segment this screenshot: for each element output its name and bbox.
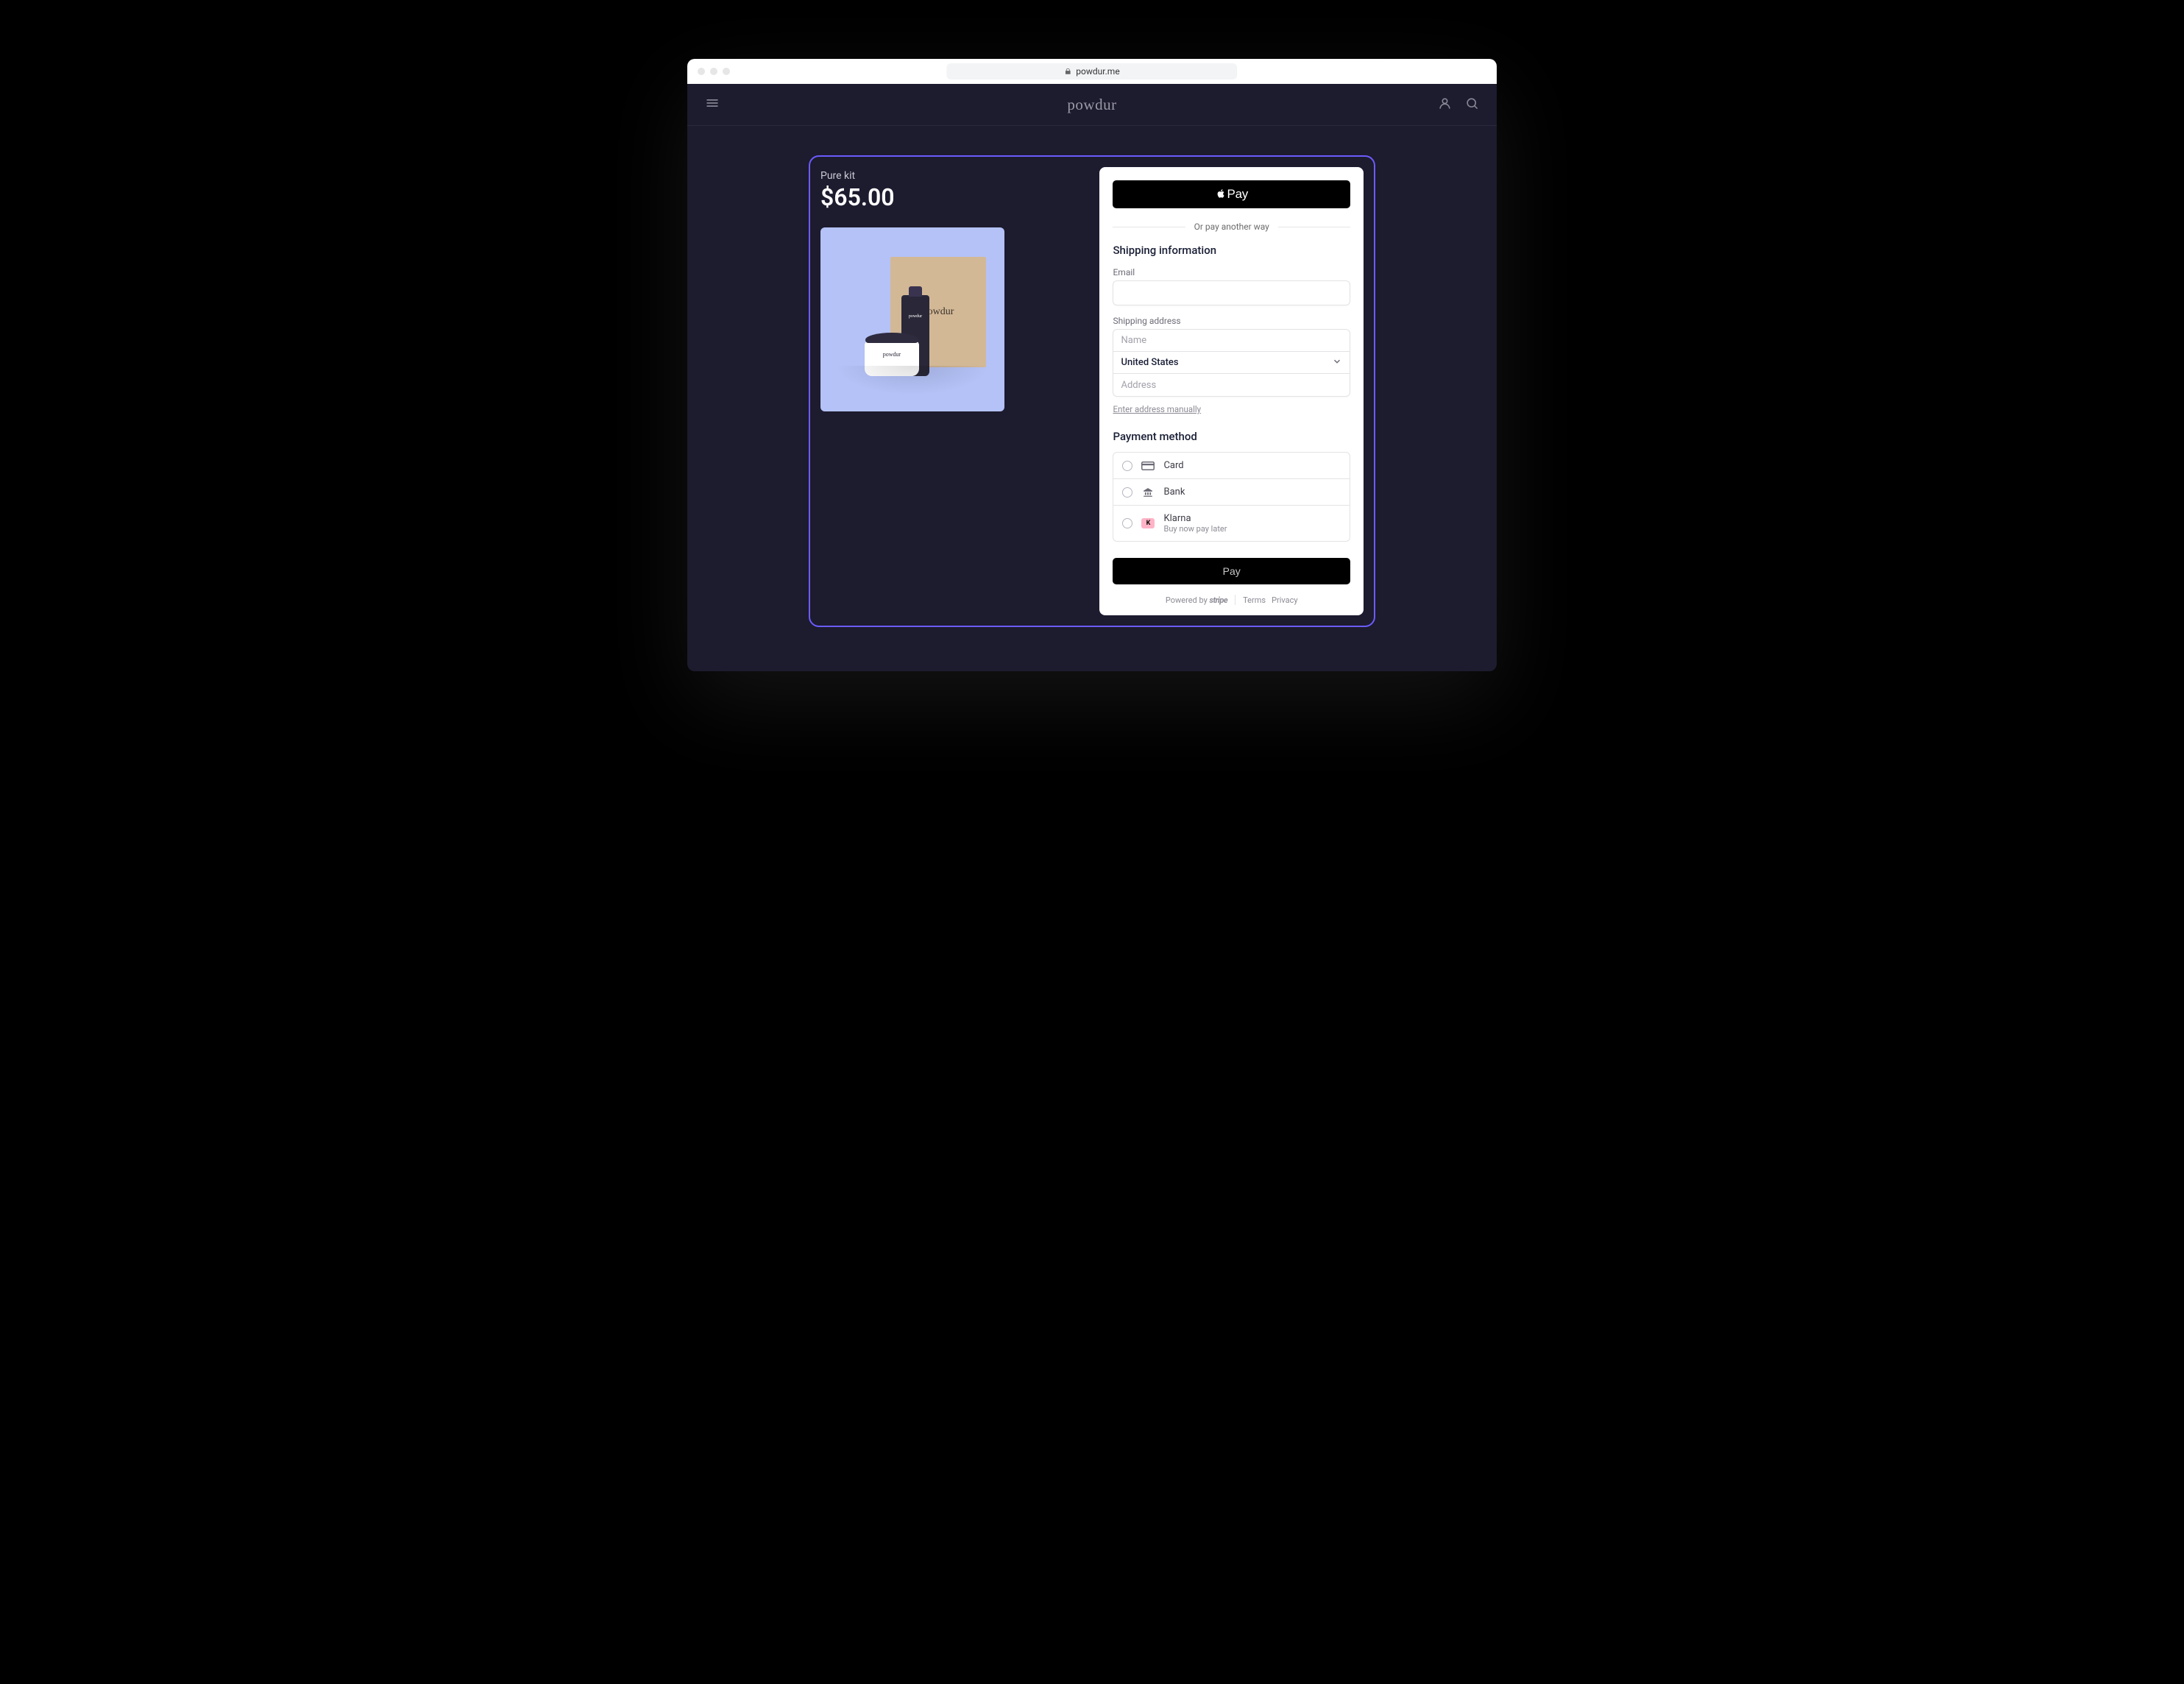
apple-pay-label: Pay bbox=[1227, 187, 1248, 202]
payment-method-bank[interactable]: Bank bbox=[1113, 479, 1350, 506]
name-field[interactable]: Name bbox=[1113, 330, 1350, 352]
privacy-link[interactable]: Privacy bbox=[1272, 595, 1298, 605]
divider-text: Or pay another way bbox=[1194, 222, 1269, 232]
country-select[interactable]: United States bbox=[1113, 352, 1350, 374]
address-group: Name United States Address bbox=[1113, 329, 1350, 397]
app-header: powdur bbox=[687, 84, 1497, 126]
pay-button[interactable]: Pay bbox=[1113, 558, 1350, 584]
traffic-lights bbox=[698, 68, 730, 75]
address-field[interactable]: Address bbox=[1113, 374, 1350, 396]
klarna-icon: K bbox=[1141, 518, 1155, 528]
email-label: Email bbox=[1113, 267, 1350, 277]
brand-logo[interactable]: powdur bbox=[1067, 96, 1116, 114]
manual-address-link[interactable]: Enter address manually bbox=[1113, 404, 1201, 414]
terms-link[interactable]: Terms bbox=[1243, 595, 1266, 605]
browser-chrome: powdur.me bbox=[687, 59, 1497, 84]
payment-method-list: Card Bank K bbox=[1113, 452, 1350, 542]
card-icon bbox=[1141, 461, 1155, 471]
bank-icon bbox=[1141, 487, 1155, 498]
payment-method-klarna[interactable]: K Klarna Buy now pay later bbox=[1113, 506, 1350, 541]
account-icon[interactable] bbox=[1438, 96, 1452, 113]
powered-by-text: Powered by stripe bbox=[1166, 595, 1227, 605]
radio-klarna[interactable] bbox=[1122, 518, 1132, 528]
payment-method-card[interactable]: Card bbox=[1113, 453, 1350, 479]
email-field[interactable] bbox=[1113, 280, 1350, 305]
product-image bbox=[820, 227, 1004, 411]
browser-window: powdur.me powdur Pure kit $65.00 bbox=[687, 59, 1497, 671]
chevron-down-icon bbox=[1332, 356, 1342, 369]
checkout-card: Pure kit $65.00 Pay bbox=[809, 155, 1375, 627]
traffic-zoom[interactable] bbox=[723, 68, 730, 75]
apple-icon bbox=[1216, 188, 1226, 202]
url-bar[interactable]: powdur.me bbox=[946, 63, 1237, 79]
checkout-form: Pay Or pay another way Shipping informat… bbox=[1099, 167, 1364, 615]
stripe-logo: stripe bbox=[1210, 595, 1228, 605]
traffic-close[interactable] bbox=[698, 68, 705, 75]
radio-card[interactable] bbox=[1122, 461, 1132, 471]
traffic-minimize[interactable] bbox=[710, 68, 717, 75]
product-name: Pure kit bbox=[820, 170, 1070, 182]
search-icon[interactable] bbox=[1465, 96, 1479, 113]
payment-method-label: Klarna bbox=[1163, 513, 1227, 524]
payment-title: Payment method bbox=[1113, 430, 1350, 443]
shipping-address-label: Shipping address bbox=[1113, 316, 1350, 326]
payment-method-label: Card bbox=[1163, 460, 1183, 471]
menu-icon[interactable] bbox=[705, 96, 720, 113]
product-price: $65.00 bbox=[820, 183, 1070, 211]
lock-icon bbox=[1064, 68, 1071, 75]
payment-method-sublabel: Buy now pay later bbox=[1163, 524, 1227, 534]
content-area: Pure kit $65.00 Pay bbox=[687, 126, 1497, 671]
apple-pay-button[interactable]: Pay bbox=[1113, 180, 1350, 208]
checkout-footer: Powered by stripe Terms Privacy bbox=[1113, 595, 1350, 605]
divider: Or pay another way bbox=[1113, 222, 1350, 232]
shipping-title: Shipping information bbox=[1113, 244, 1350, 257]
product-summary: Pure kit $65.00 bbox=[820, 167, 1070, 615]
url-text: powdur.me bbox=[1076, 66, 1119, 77]
payment-method-label: Bank bbox=[1163, 487, 1185, 498]
radio-bank[interactable] bbox=[1122, 487, 1132, 498]
